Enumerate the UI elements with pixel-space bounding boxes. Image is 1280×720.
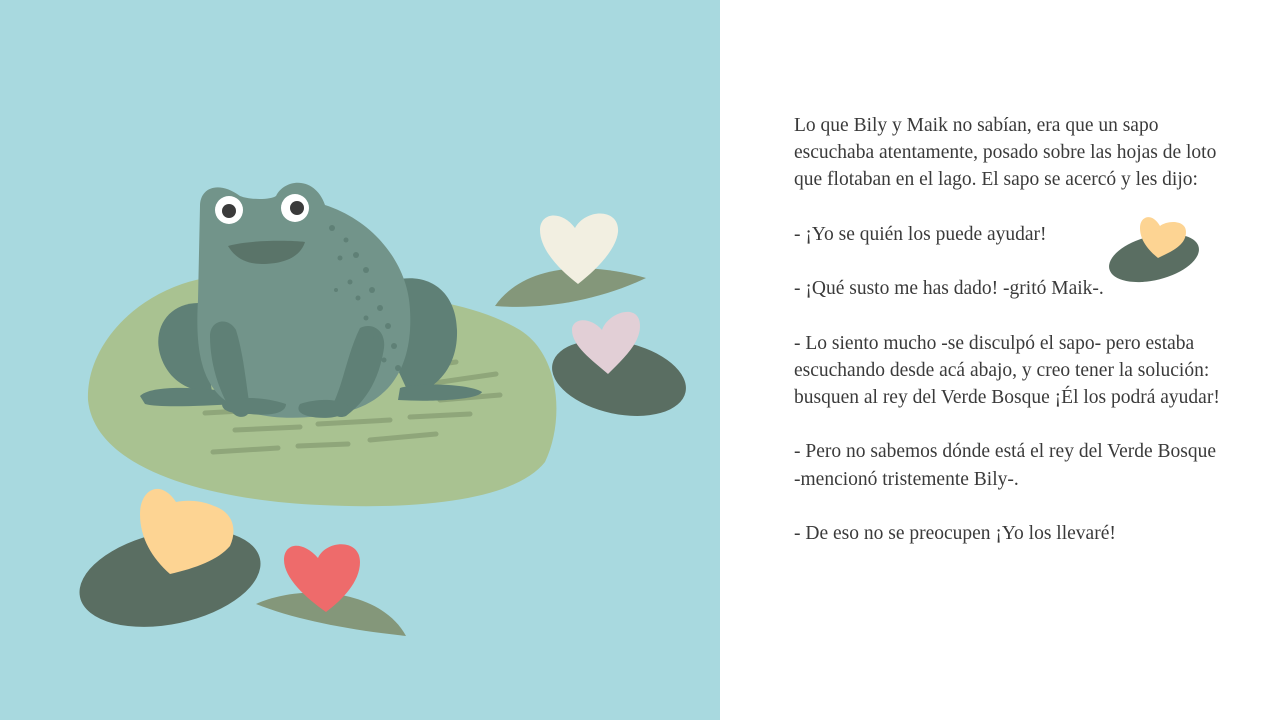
- story-paragraph: Lo que Bily y Maik no sabían, era que un…: [794, 115, 1217, 191]
- frog-right-pupil: [290, 201, 304, 215]
- story-text: Lo que Bily y Maik no sabían, era que un…: [794, 112, 1224, 574]
- frog-left-pupil: [222, 204, 236, 218]
- story-paragraph: - Pero no sabemos dónde está el rey del …: [794, 441, 1217, 490]
- text-page: Lo que Bily y Maik no sabían, era que un…: [720, 0, 1280, 720]
- lily-pad-heart-icon: [1109, 217, 1199, 283]
- story-paragraph: - Lo siento mucho -se disculpó el sapo- …: [794, 332, 1220, 408]
- story-paragraph: - De eso no se preocupen ¡Yo los llevaré…: [794, 522, 1116, 544]
- frog-scene: [79, 182, 686, 636]
- illustration-panel: [0, 0, 720, 720]
